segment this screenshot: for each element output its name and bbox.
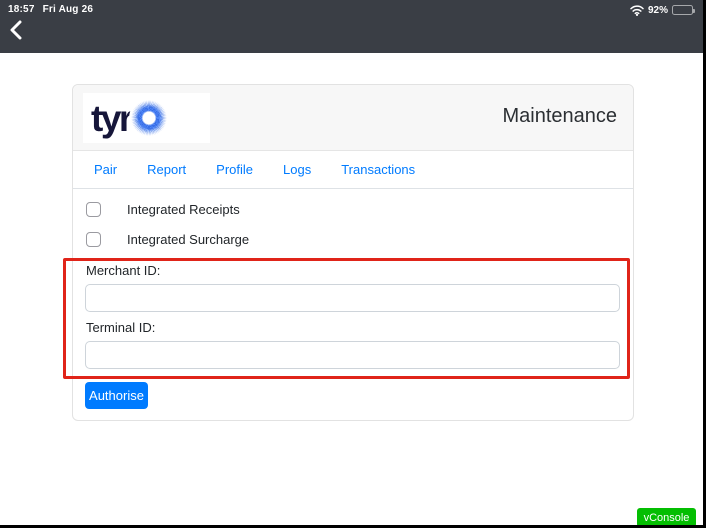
wifi-icon	[630, 5, 644, 16]
terminal-id-input[interactable]	[85, 341, 620, 369]
tab-logs[interactable]: Logs	[268, 151, 326, 188]
tyro-logo: tyr	[83, 93, 210, 143]
tyro-logo-starburst-icon	[129, 98, 169, 138]
page-title: Maintenance	[502, 105, 617, 128]
integrated-receipts-label: Integrated Receipts	[127, 202, 240, 217]
vconsole-button[interactable]: vConsole	[637, 508, 696, 525]
status-time: 18:57	[8, 4, 35, 15]
screen: 18:57 Fri Aug 26 92%	[0, 0, 703, 525]
merchant-id-input[interactable]	[85, 284, 620, 312]
merchant-id-label: Merchant ID:	[86, 263, 160, 278]
status-time-date: 18:57 Fri Aug 26	[8, 4, 93, 15]
integrated-receipts-checkbox[interactable]	[86, 202, 101, 217]
tab-report[interactable]: Report	[132, 151, 201, 188]
status-date: Fri Aug 26	[43, 4, 94, 15]
chevron-left-icon	[9, 20, 22, 45]
battery-percent-label: 92%	[648, 5, 668, 16]
authorise-button[interactable]: Authorise	[85, 382, 148, 409]
tab-profile[interactable]: Profile	[201, 151, 268, 188]
integrated-surcharge-checkbox[interactable]	[86, 232, 101, 247]
tyro-logo-text: tyr	[91, 100, 131, 137]
tab-pair[interactable]: Pair	[79, 151, 132, 188]
integrated-receipts-row: Integrated Receipts	[86, 202, 240, 217]
status-indicators: 92%	[630, 4, 693, 16]
back-button[interactable]	[9, 21, 29, 43]
tab-transactions[interactable]: Transactions	[326, 151, 430, 188]
card-header: tyr Maintenance	[73, 85, 633, 151]
integrated-surcharge-label: Integrated Surcharge	[127, 232, 249, 247]
battery-icon	[672, 5, 693, 15]
terminal-id-label: Terminal ID:	[86, 320, 155, 335]
maintenance-card: tyr Maintenance Pair Report Profile Logs…	[72, 84, 634, 421]
status-nav-bar: 18:57 Fri Aug 26 92%	[0, 0, 703, 53]
integrated-surcharge-row: Integrated Surcharge	[86, 232, 249, 247]
tab-bar: Pair Report Profile Logs Transactions	[73, 151, 633, 189]
